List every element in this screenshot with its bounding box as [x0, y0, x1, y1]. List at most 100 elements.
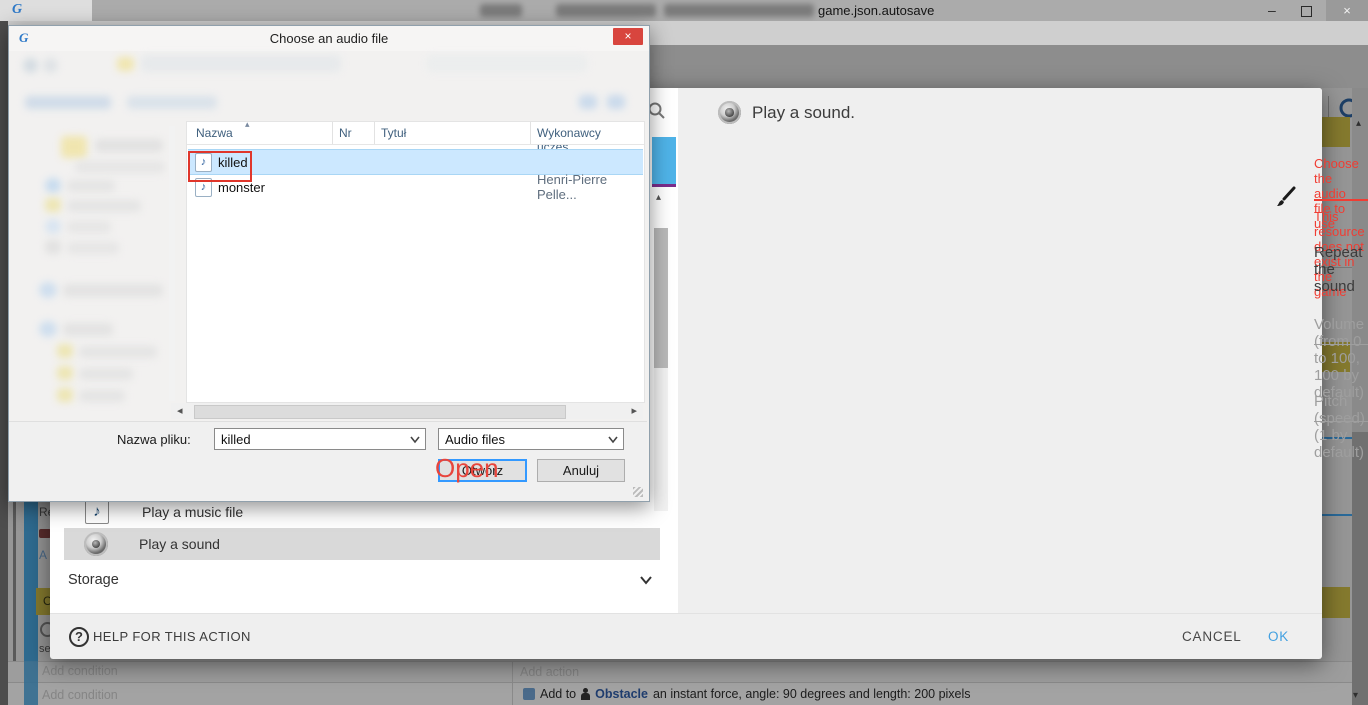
- filename-combobox[interactable]: killed: [214, 428, 426, 450]
- close-window-button[interactable]: ×: [1326, 0, 1368, 21]
- blurred-tree-icon: [45, 198, 61, 212]
- add-action-link[interactable]: Add action: [520, 665, 579, 679]
- add-condition-link[interactable]: Add condition: [42, 664, 118, 678]
- pitch-field-underline[interactable]: [1314, 421, 1368, 422]
- tree-scrollbar[interactable]: [169, 126, 175, 401]
- screen: G game.json.autosave – × Re A O se: [0, 0, 1368, 705]
- object-icon: [581, 688, 590, 700]
- column-divider[interactable]: [374, 122, 375, 144]
- resource-field-underline[interactable]: [1314, 199, 1368, 201]
- blurred-tree-icon: [57, 388, 73, 402]
- column-header-title[interactable]: Tytuł: [381, 126, 406, 140]
- chevron-down-icon: [410, 436, 420, 444]
- blurred-title-segment: [556, 4, 656, 17]
- scroll-right-icon[interactable]: ▸: [631, 404, 637, 417]
- file-dialog-title: Choose an audio file: [9, 31, 649, 46]
- file-dialog-close-button[interactable]: ×: [613, 28, 643, 45]
- sound-action-icon: [718, 101, 741, 124]
- speaker-icon: [84, 532, 108, 556]
- file-performers: Henri-Pierre Pelle...: [537, 172, 643, 202]
- window-titlebar: G game.json.autosave – ×: [0, 0, 1368, 21]
- object-name: Obstacle: [595, 687, 648, 701]
- events-scrollbar-track[interactable]: [1352, 432, 1368, 705]
- list-scroll-up-icon[interactable]: ▴: [656, 192, 661, 203]
- blurred-tree-label: [67, 242, 119, 254]
- action-item-label: Play a music file: [142, 504, 243, 520]
- column-divider[interactable]: [332, 122, 333, 144]
- blurred-tree-label: [67, 200, 141, 212]
- category-tab-underline: [652, 184, 676, 187]
- blurred-search-box: [427, 55, 587, 72]
- cancel-button-file-dialog[interactable]: Anuluj: [537, 459, 625, 482]
- ok-button[interactable]: OK: [1268, 629, 1289, 644]
- blurred-tree-icon: [39, 321, 57, 337]
- scroll-down-icon[interactable]: ▾: [1353, 690, 1358, 701]
- event-action-row[interactable]: Add to Obstacle an instant force, angle:…: [523, 687, 971, 701]
- blurred-tree-label: [79, 368, 133, 380]
- file-row-monster[interactable]: ♪ monster Henri-Pierre Pelle...: [188, 175, 643, 199]
- minimize-button[interactable]: –: [1268, 2, 1276, 18]
- blurred-view-icon: [607, 95, 625, 109]
- blurred-address-bar: [141, 55, 341, 72]
- action-search-icon[interactable]: [648, 102, 665, 119]
- selected-event-bar: [24, 661, 38, 705]
- filetype-value: Audio files: [445, 432, 505, 447]
- repeat-sound-label: Repeat the sound: [1314, 244, 1362, 295]
- annotation-open-text: Open: [435, 453, 499, 484]
- file-chooser-dialog: G Choose an audio file ×: [8, 25, 650, 502]
- blurred-title-segment: [480, 4, 522, 17]
- add-condition-link[interactable]: Add condition: [42, 688, 118, 702]
- blurred-new-folder-button: [127, 96, 217, 109]
- action-parameters-pane: Play a sound. Choose the audio file to u…: [678, 88, 1322, 613]
- category-tab-indicator[interactable]: [652, 137, 676, 184]
- highlighted-event-block: [1320, 117, 1350, 147]
- scroll-left-icon[interactable]: ◂: [177, 404, 183, 417]
- chevron-down-icon: [638, 572, 654, 588]
- blurred-tree-icon: [45, 240, 61, 254]
- chevron-down-icon: [608, 436, 618, 444]
- blurred-tree-label: [79, 346, 157, 358]
- filename-value: killed: [221, 432, 251, 447]
- action-item-label: Play a sound: [139, 536, 220, 552]
- list-scrollbar-thumb[interactable]: [654, 228, 668, 368]
- hscrollbar-thumb[interactable]: [194, 405, 566, 419]
- volume-field-label: Volume (from 0 to 100, 100 by default): [1314, 316, 1364, 401]
- column-divider[interactable]: [530, 122, 531, 144]
- condition-action-divider: [512, 661, 513, 705]
- group-row-storage[interactable]: Storage: [64, 564, 660, 596]
- group-label: Storage: [68, 572, 119, 588]
- blurred-tree-label: [63, 284, 163, 297]
- blurred-tree-icon: [45, 178, 61, 193]
- file-list-panel: Nazwa ▴ Nr Tytuł Wykonawcy uczes... ♪ ki…: [186, 121, 645, 403]
- window-title: game.json.autosave: [818, 3, 934, 18]
- action-text-prefix: Add to: [540, 687, 576, 701]
- pitch-field-label: Pitch (speed) (1 by default): [1314, 393, 1365, 461]
- help-button[interactable]: HELP FOR THIS ACTION: [93, 629, 251, 644]
- action-item-play-sound[interactable]: Play a sound: [64, 528, 660, 560]
- action-title: Play a sound.: [752, 103, 855, 123]
- column-header-name[interactable]: Nazwa: [196, 126, 233, 140]
- cancel-button[interactable]: CANCEL: [1182, 629, 1242, 644]
- resize-grip[interactable]: [633, 487, 643, 497]
- column-header-nr[interactable]: Nr: [339, 126, 352, 140]
- help-icon: ?: [69, 627, 89, 647]
- header-divider: [187, 144, 644, 145]
- volume-field-underline[interactable]: [1314, 344, 1368, 345]
- restore-button[interactable]: [1301, 6, 1312, 17]
- blurred-back-button: [23, 58, 38, 73]
- blurred-tree-label: [79, 390, 125, 402]
- window-left-edge: [0, 21, 8, 705]
- blurred-tree-label: [63, 323, 113, 336]
- event-row: [8, 661, 1352, 682]
- blurred-tree-label: [95, 139, 163, 152]
- gdevelop-logo-icon: G: [12, 2, 22, 18]
- action-text-suffix: an instant force, angle: 90 degrees and …: [653, 687, 971, 701]
- scroll-up-icon[interactable]: ▴: [1356, 118, 1361, 129]
- resource-picker-brush-icon[interactable]: [1274, 186, 1298, 210]
- music-note-icon: ♪: [85, 500, 109, 524]
- blurred-tree-folder-icon: [61, 136, 87, 158]
- filetype-combobox[interactable]: Audio files: [438, 428, 624, 450]
- force-action-icon: [523, 688, 535, 700]
- blurred-tree-icon: [39, 282, 57, 298]
- event-text-fragment: se: [39, 643, 51, 655]
